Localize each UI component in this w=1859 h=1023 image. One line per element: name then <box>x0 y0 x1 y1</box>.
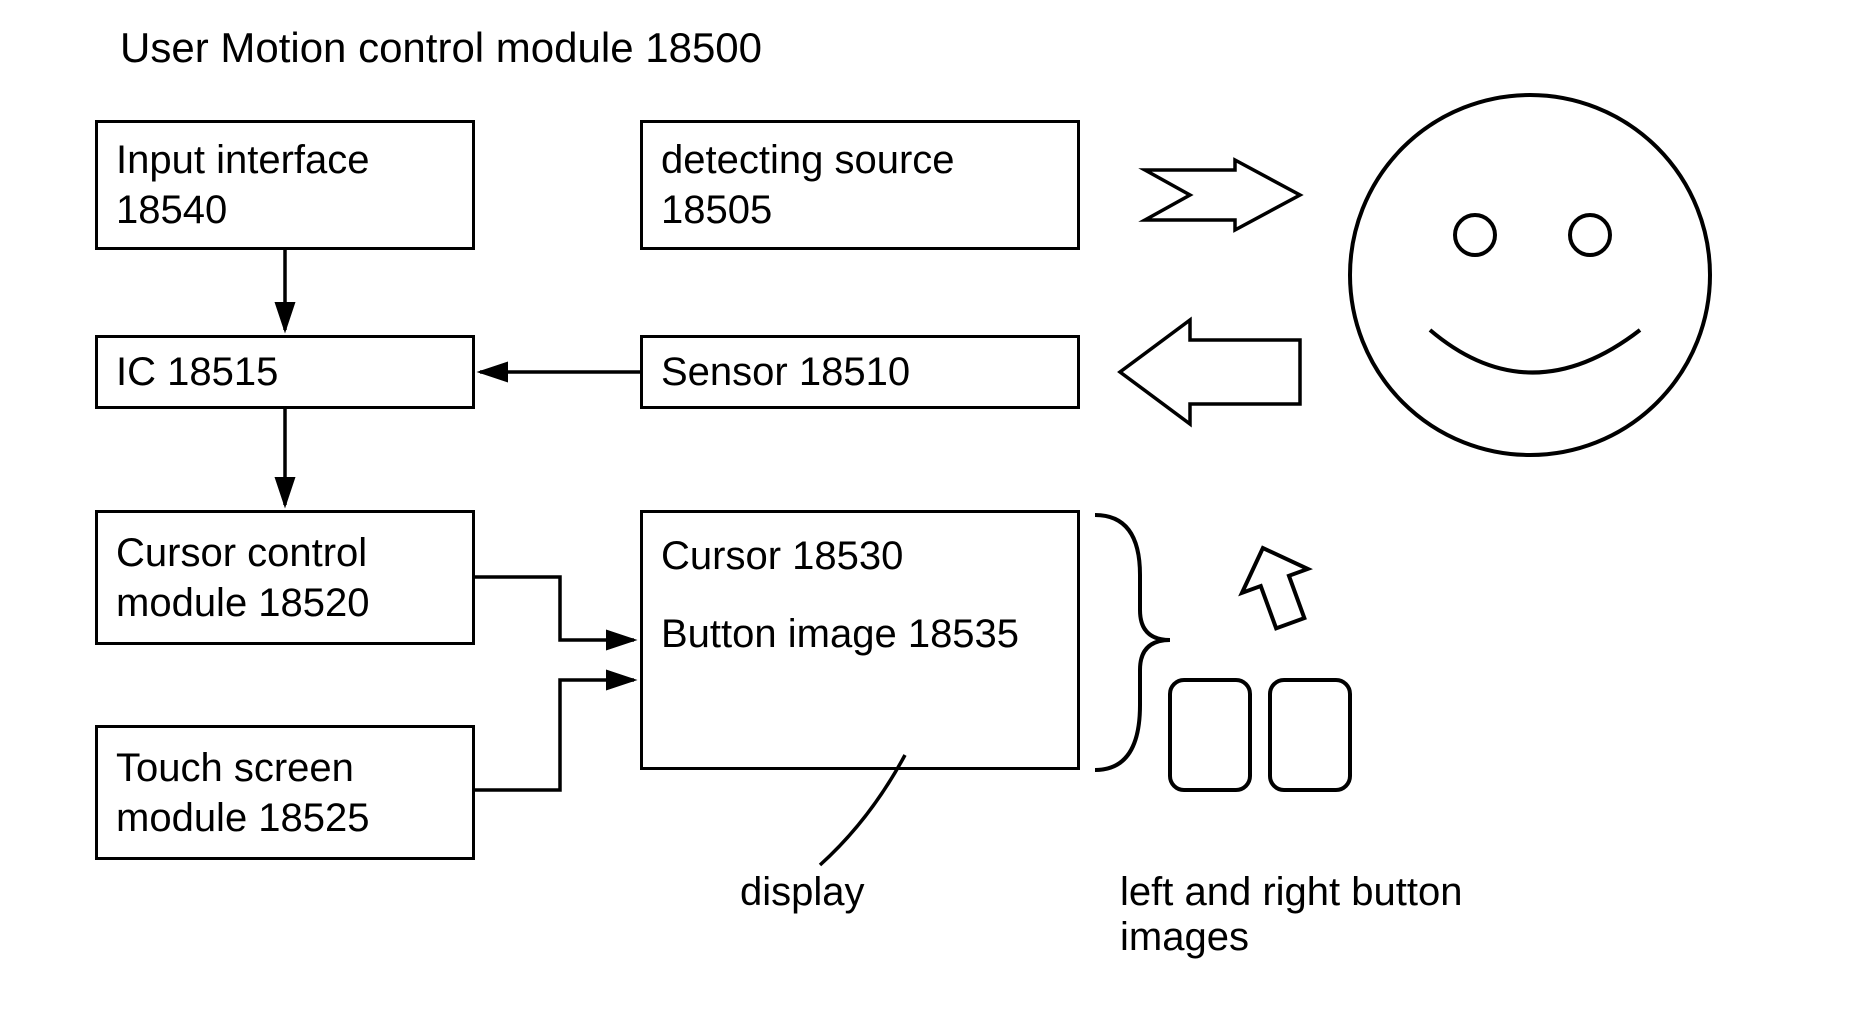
box-detecting-source: detecting source 18505 <box>640 120 1080 250</box>
box-ic: IC 18515 <box>95 335 475 409</box>
box-detecting-source-label: detecting source 18505 <box>661 135 1059 235</box>
diagram-title: User Motion control module 18500 <box>120 24 762 72</box>
curly-brace <box>1095 515 1170 770</box>
box-cursor-button: Cursor 18530 Button image 18535 <box>640 510 1080 770</box>
arrow-touch-screen-to-display <box>475 680 634 790</box>
left-button-image-icon <box>1170 680 1250 790</box>
leader-line-display <box>820 755 905 865</box>
label-left-right-buttons: left and right button images <box>1120 870 1462 960</box>
smiley-face-icon <box>1350 95 1710 455</box>
label-display: display <box>740 870 865 915</box>
box-cursor-label: Cursor 18530 <box>661 531 1059 581</box>
box-touch-screen-module-label: Touch screen module 18525 <box>116 743 454 843</box>
arrow-cursor-control-to-display <box>475 577 634 640</box>
box-ic-label: IC 18515 <box>116 347 454 397</box>
diagram-canvas: User Motion control module 18500 Input i… <box>0 0 1859 1023</box>
box-input-interface: Input interface 18540 <box>95 120 475 250</box>
box-sensor-label: Sensor 18510 <box>661 347 1059 397</box>
open-arrow-right <box>1145 160 1300 230</box>
cursor-arrow-icon <box>1230 536 1323 635</box>
box-input-interface-label: Input interface 18540 <box>116 135 454 235</box>
box-touch-screen-module: Touch screen module 18525 <box>95 725 475 860</box>
open-arrow-left <box>1120 320 1300 424</box>
right-button-image-icon <box>1270 680 1350 790</box>
box-cursor-control-module: Cursor control module 18520 <box>95 510 475 645</box>
box-sensor: Sensor 18510 <box>640 335 1080 409</box>
box-cursor-control-module-label: Cursor control module 18520 <box>116 528 454 628</box>
box-button-image-label: Button image 18535 <box>661 609 1059 659</box>
